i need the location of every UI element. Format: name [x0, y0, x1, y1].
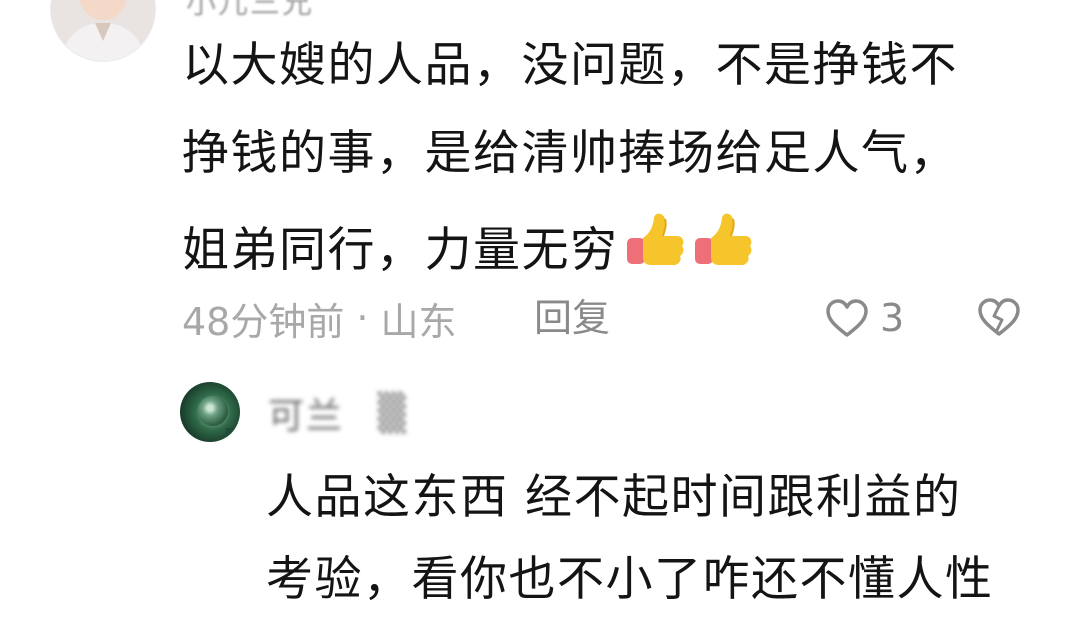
comment-text-line-1: 以大嫂的人品，没问题，不是挣钱不 — [182, 38, 958, 93]
timestamp: 48分钟前 — [182, 299, 345, 344]
location: 山东 — [380, 299, 457, 344]
broken-heart-icon[interactable] — [976, 296, 1022, 338]
like-button[interactable]: 3 — [824, 294, 904, 342]
meta-separator: · — [356, 296, 369, 340]
comment-text-line-3: 姐弟同行，力量无穷 — [182, 210, 759, 274]
username-blurred[interactable]: 可兰 ▒ — [268, 390, 408, 438]
heart-icon — [826, 299, 868, 337]
comment-text-line-2: 挣钱的事，是给清帅捧场给足人气， — [182, 126, 958, 181]
comment-text-line-2: 考验，看你也不小了咋还不懂人性 — [266, 552, 994, 607]
emoji-group — [623, 210, 759, 272]
username-part-1: 可兰 — [268, 396, 345, 437]
thumbs-up-icon — [626, 213, 683, 265]
comment-text-line-3-label: 姐弟同行，力量无穷 — [182, 223, 619, 278]
avatar[interactable] — [180, 382, 240, 442]
avatar-stone — [198, 396, 228, 426]
thumbs-up-icon — [694, 213, 751, 265]
avatar-badge — [226, 428, 240, 442]
username-part-2: ▒ — [378, 392, 408, 434]
like-count: 3 — [880, 296, 905, 340]
comment-meta: 48分钟前 · 山东 — [182, 294, 456, 344]
comment-text-line-1: 人品这东西 经不起时间跟利益的 — [266, 470, 962, 525]
comment-thread: 小儿三兄 以大嫂的人品，没问题，不是挣钱不 挣钱的事，是给清帅捧场给足人气， 姐… — [0, 0, 1080, 626]
avatar[interactable] — [50, 0, 156, 62]
reply-button[interactable]: 回复 — [534, 294, 610, 342]
comment-item-1: 小儿三兄 以大嫂的人品，没问题，不是挣钱不 挣钱的事，是给清帅捧场给足人气， 姐… — [0, 0, 1080, 370]
username[interactable]: 小儿三兄 — [186, 0, 314, 22]
comment-item-2: 可兰 ▒ 人品这东西 经不起时间跟利益的 考验，看你也不小了咋还不懂人性 — [0, 370, 1080, 626]
